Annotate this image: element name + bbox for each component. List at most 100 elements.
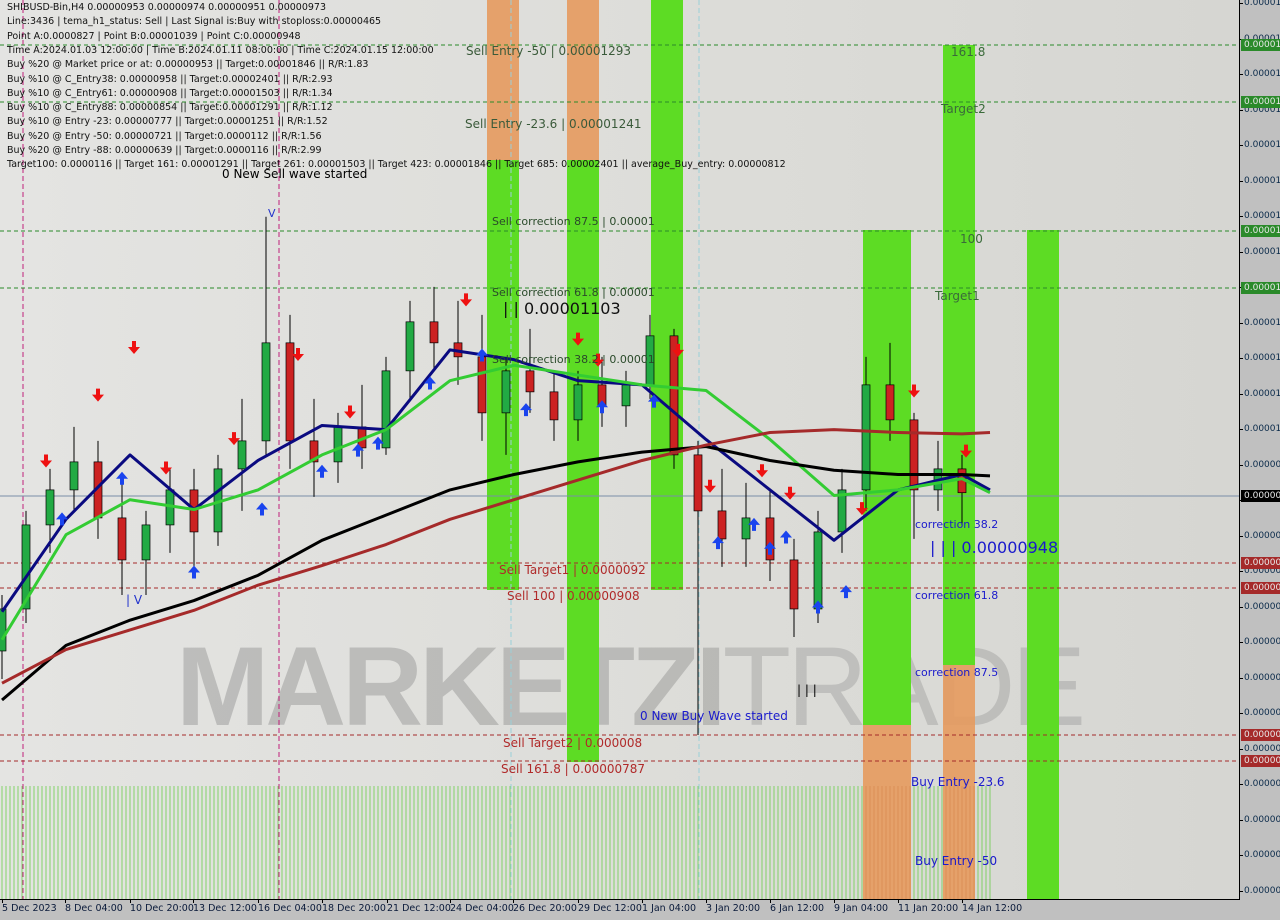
x-tick-label: 18 Dec 20:00 (322, 900, 386, 914)
info-line: Buy %20 @ Entry -88: 0.00000639 || Targe… (7, 145, 322, 156)
price-level-tag: 0.00000 (1241, 582, 1280, 594)
label-100: 100 (960, 232, 983, 246)
y-tick-label: 0.00001 (1239, 353, 1280, 363)
candle-body (813, 531, 823, 610)
y-tick-label: 0.00001 (1239, 246, 1280, 257)
candle (69, 426, 79, 511)
candle (189, 468, 199, 567)
y-tick-label: 0.00001 (1239, 424, 1280, 434)
info-line: Buy %20 @ Entry -50: 0.00000721 || Targe… (7, 130, 322, 142)
x-tick-label: 26 Dec 20:00 (513, 900, 577, 914)
info-line: Target100: 0.0000116 || Target 161: 0.00… (7, 159, 786, 171)
candle (117, 482, 127, 595)
candle-body (789, 559, 799, 610)
candle-body (429, 321, 439, 344)
candle (261, 216, 271, 455)
zone-band (487, 0, 519, 160)
y-tick-label: 0.00001 (1239, 175, 1280, 186)
candle-body (693, 454, 703, 512)
label-161-8: 161.8 (951, 45, 986, 59)
candle-body (405, 321, 415, 372)
label-sell-correction-875: Sell correction 87.5 | 0.00001 (492, 215, 655, 228)
buy-arrow-icon (188, 565, 200, 579)
candle-body (573, 384, 583, 421)
candle (621, 370, 631, 427)
buy-arrow-icon (780, 530, 792, 544)
price-level-tag: 0.00000 (1241, 557, 1280, 569)
y-tick-label: 0.00001 (1239, 211, 1280, 221)
label-sell-target1: Sell Target1 | 0.0000092 (499, 563, 646, 577)
label-correction-875: correction 87.5 (915, 666, 999, 679)
y-tick-label: 0.00000 (1239, 743, 1280, 754)
label-sell-correction-618: Sell correction 61.8 | 0.00001 (492, 286, 655, 299)
sell-arrow-icon (784, 486, 796, 500)
candle-body (237, 440, 247, 470)
price-level-tag: 0.00000 (1241, 490, 1280, 502)
info-line: Buy %10 @ C_Entry61: 0.00000908 || Targe… (7, 87, 333, 99)
y-tick-label: 0.00000 (1239, 459, 1280, 470)
candle (453, 300, 463, 385)
candle-body (333, 426, 343, 463)
x-tick-label: 14 Jan 12:00 (962, 900, 1023, 914)
candle-body (477, 356, 487, 414)
candle-body (141, 524, 151, 561)
marker-b: V (268, 207, 276, 220)
x-tick-label: 6 Jan 12:00 (770, 900, 825, 914)
x-tick-label: 24 Dec 04:00 (450, 900, 514, 914)
candle-body (741, 517, 751, 540)
label-sell-entry-236: Sell Entry -23.6 | 0.00001241 (465, 117, 642, 131)
label-sell-entry-50: Sell Entry -50 | 0.00001293 (466, 44, 632, 58)
sell-arrow-icon (756, 464, 768, 478)
x-tick-label: 10 Dec 20:00 (130, 900, 194, 914)
x-tick-label: 16 Dec 04:00 (258, 900, 322, 914)
x-tick-label: 29 Dec 12:00 (578, 900, 642, 914)
candle (165, 468, 175, 553)
price-axis[interactable]: 0.00001 0.00001 0.00001 0.00001 0.00001 0.000… (1239, 0, 1280, 900)
info-line: Time A:2024.01.03 12:00:00 | Time B:2024… (7, 44, 434, 56)
label-target1: Target1 (935, 289, 980, 303)
y-tick-label: 0.00000 (1239, 885, 1280, 896)
candle-body (717, 510, 727, 540)
y-tick-label: 0.00001 (1239, 317, 1280, 328)
y-tick-label: 0.00000 (1239, 850, 1280, 860)
marker-a: | V (126, 593, 143, 607)
candle-body (525, 370, 535, 393)
info-line: Buy %10 @ Entry -23: 0.00000777 || Targe… (7, 116, 328, 128)
x-tick-label: 8 Dec 04:00 (65, 900, 123, 914)
candle-body (69, 461, 79, 491)
x-tick-label: 3 Jan 20:00 (706, 900, 761, 914)
candle-body (621, 384, 631, 407)
x-tick-label: 13 Dec 12:00 (193, 900, 257, 914)
symbol-info: SHIBUSD-Bin,H4 0.00000953 0.00000974 0.0… (7, 2, 327, 13)
price-level-tag: 0.00001 (1241, 39, 1280, 51)
candle-body (0, 608, 7, 652)
y-tick-label: 0.00001 (1239, 0, 1280, 8)
y-tick-label: 0.00001 (1239, 69, 1280, 79)
x-tick-label: 1 Jan 04:00 (642, 900, 697, 914)
y-tick-label: 0.00001 (1239, 140, 1280, 150)
price-level-tag: 0.00000 (1241, 729, 1280, 741)
buy-arrow-icon (256, 502, 268, 516)
candle (549, 370, 559, 441)
label-target2: Target2 (941, 102, 986, 116)
price-level-tag: 0.00001 (1241, 96, 1280, 108)
marker-c: | | | (797, 683, 817, 697)
zone-band (567, 0, 599, 160)
candle-body (381, 370, 391, 449)
label-correction-618: correction 61.8 (915, 589, 999, 602)
sell-arrow-icon (704, 479, 716, 493)
buy-arrow-icon (840, 585, 852, 599)
sell-arrow-icon (40, 454, 52, 468)
price-level-tag: 0.00001 (1241, 225, 1280, 237)
chart-plot-area[interactable]: MARKETZITRADE SHIBUSD-Bin,H4 0.00000953 … (0, 0, 1240, 900)
y-tick-label: 0.00000 (1239, 814, 1280, 825)
candle-body (909, 419, 919, 491)
y-tick-label: 0.00000 (1239, 530, 1280, 541)
label-new-buy-wave: 0 New Buy Wave started (640, 709, 788, 723)
zone-band (1027, 230, 1059, 899)
label-sell-1618: Sell 161.8 | 0.00000787 (501, 762, 646, 776)
candle-body (501, 370, 511, 414)
y-tick-label: 0.00000 (1239, 601, 1280, 612)
label-buy-entry-50: Buy Entry -50 (915, 854, 998, 868)
candle-body (261, 342, 271, 442)
